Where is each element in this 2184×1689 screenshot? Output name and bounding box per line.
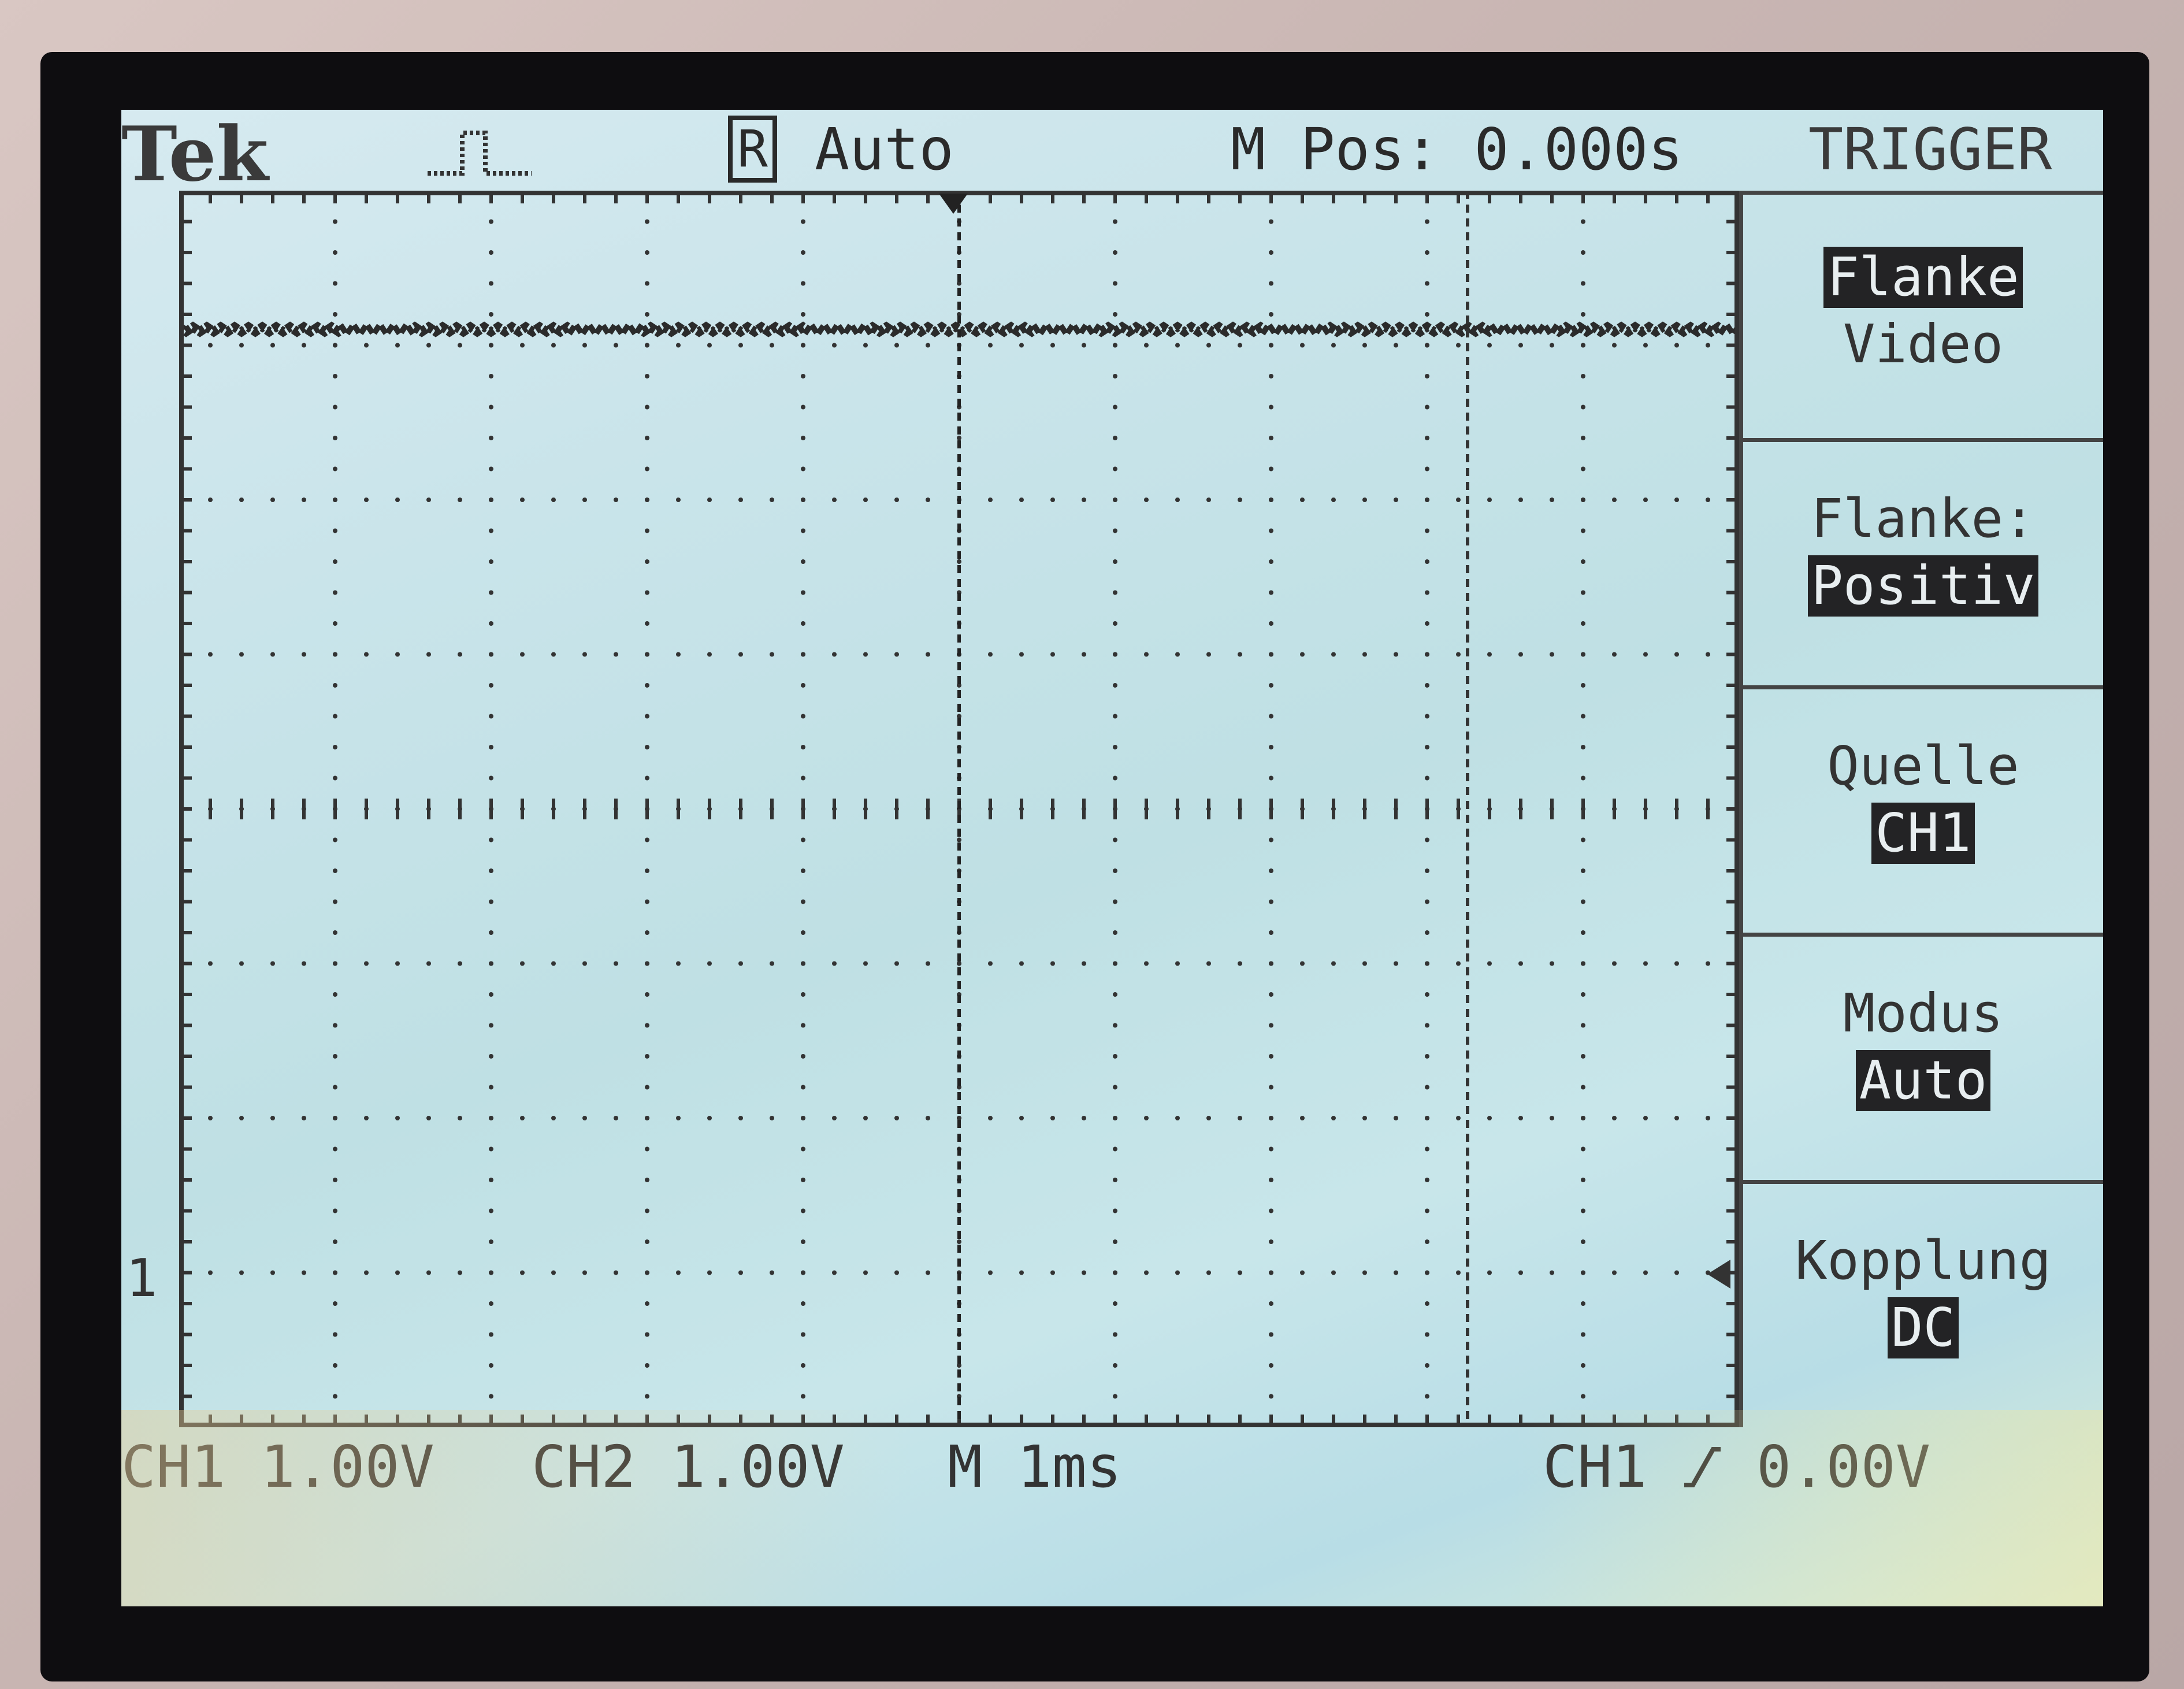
trigger-position-marker-icon — [939, 194, 968, 214]
lcd-screen: Tek R Auto M Pos: 0.000s TRIGGER 1 Flank… — [121, 110, 2103, 1606]
rising-edge-icon — [1684, 1447, 1721, 1487]
menu-title: TRIGGER — [1808, 116, 2052, 183]
status-bar: CH1 1.00V CH2 1.00V M 1ms CH1 0.00V — [121, 1433, 2103, 1514]
menu-label-source: Quelle — [1827, 735, 2019, 797]
menu-item-mode[interactable]: Modus Auto — [1739, 933, 2103, 1180]
ch1-ground-marker: 1 — [126, 1248, 158, 1309]
menu-value-mode: Auto — [1855, 1050, 1991, 1111]
ch1-scale-readout: CH1 1.00V — [121, 1433, 434, 1501]
menu-label-coupling: Kopplung — [1795, 1230, 2052, 1291]
menu-value-coupling: DC — [1888, 1297, 1959, 1358]
brand-logo: Tek — [121, 110, 269, 198]
trigger-level-readout: 0.00V — [1756, 1433, 1931, 1501]
menu-item-coupling[interactable]: Kopplung DC — [1739, 1180, 2103, 1427]
ch2-scale-readout: CH2 1.00V — [532, 1433, 845, 1501]
menu-item-type[interactable]: Flanke Video — [1739, 191, 2103, 438]
menu-item-source[interactable]: Quelle CH1 — [1739, 685, 2103, 933]
menu-value-source: CH1 — [1871, 803, 1975, 864]
timebase-readout: M 1ms — [948, 1433, 1122, 1501]
run-mode-icon: R — [728, 116, 777, 183]
trigger-source-readout: CH1 — [1543, 1433, 1647, 1501]
menu-label-mode: Modus — [1843, 982, 2003, 1044]
run-mode-status: Auto — [815, 116, 954, 183]
menu-value-slope: Positiv — [1807, 555, 2039, 617]
menu-option-video: Video — [1843, 313, 2003, 375]
pulse-icon — [428, 131, 532, 176]
menu-label-slope: Flanke: — [1811, 488, 2036, 550]
menu-item-slope[interactable]: Flanke: Positiv — [1739, 438, 2103, 685]
main-position-readout: M Pos: 0.000s — [1231, 116, 1683, 183]
graticule-border — [179, 191, 1739, 1427]
trigger-side-menu: Flanke Video Flanke: Positiv Quelle CH1 … — [1739, 191, 2103, 1427]
menu-value-edge: Flanke — [1823, 247, 2023, 308]
trigger-level-marker-icon — [1707, 1260, 1730, 1289]
